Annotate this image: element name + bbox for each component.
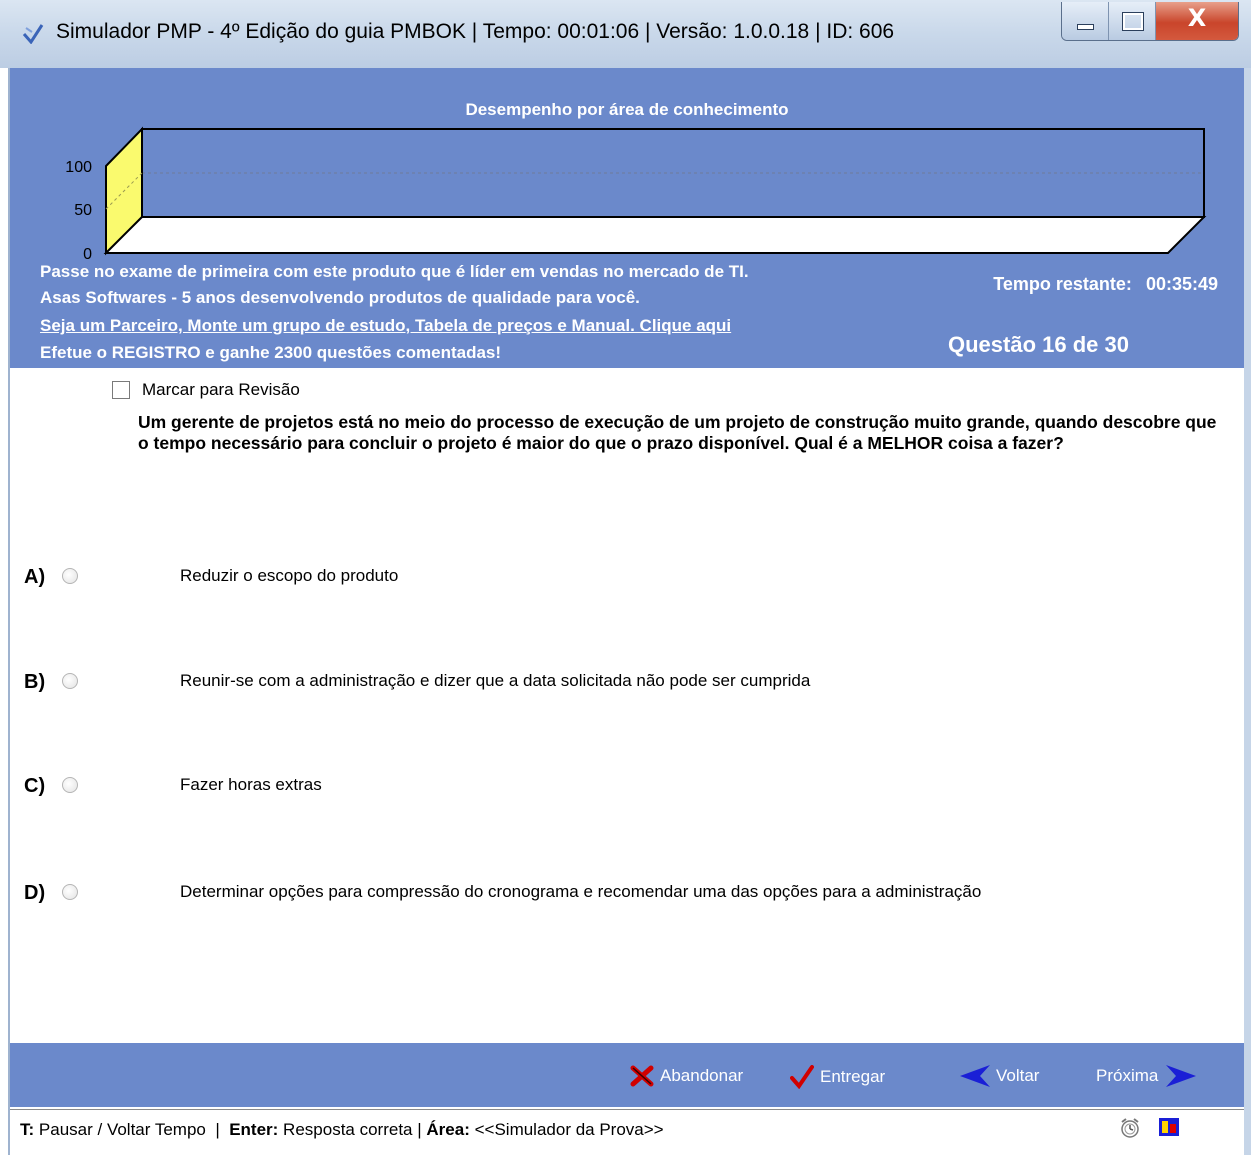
shortcut-desc-answer: Resposta correta <box>283 1120 413 1139</box>
option-text: Determinar opções para compressão do cro… <box>180 882 982 901</box>
time-remaining-label: Tempo restante: <box>993 274 1132 294</box>
promo-line-1: Passe no exame de primeira com este prod… <box>40 262 749 281</box>
option-letter: D) <box>24 882 46 904</box>
promo-line-2: Asas Softwares - 5 anos desenvolvendo pr… <box>40 288 640 307</box>
option-d[interactable]: D) Determinar opções para compressão do … <box>24 882 1224 912</box>
question-text: Um gerente de projetos está no meio do p… <box>138 412 1217 453</box>
next-label: Próxima <box>1096 1066 1159 1085</box>
y-tick-0: 0 <box>83 246 92 263</box>
register-promo: Efetue o REGISTRO e ganhe 2300 questões … <box>40 343 502 362</box>
option-d-radio[interactable] <box>62 884 78 900</box>
status-shortcuts: T: Pausar / Voltar Tempo | Enter: Respos… <box>20 1120 664 1140</box>
option-a[interactable]: A) Reduzir o escopo do produto <box>24 566 1224 596</box>
close-icon: X <box>1187 4 1207 32</box>
arrow-left-icon <box>960 1065 990 1087</box>
minimize-button[interactable] <box>1062 2 1109 40</box>
report-icon[interactable] <box>1158 1116 1180 1138</box>
cross-icon <box>630 1065 654 1087</box>
submit-button[interactable]: Entregar <box>790 1065 885 1089</box>
close-button[interactable]: X <box>1156 2 1238 40</box>
minimize-icon <box>1077 24 1094 30</box>
arrow-right-icon <box>1166 1065 1197 1087</box>
app-window: Simulador PMP - 4º Edição do guia PMBOK … <box>0 0 1251 1155</box>
abandon-button[interactable]: Abandonar <box>630 1065 743 1087</box>
shortcut-key-enter: Enter: <box>229 1120 279 1139</box>
time-remaining: Tempo restante: 00:35:49 <box>993 274 1218 295</box>
shortcut-desc-pause: Pausar / Voltar Tempo <box>38 1120 206 1139</box>
window-controls: X <box>1061 2 1239 41</box>
back-label: Voltar <box>996 1066 1040 1085</box>
checkmark-icon <box>790 1065 814 1089</box>
option-b-radio[interactable] <box>62 673 78 689</box>
option-text: Reduzir o escopo do produto <box>180 566 399 585</box>
chart-floor <box>103 216 1207 254</box>
status-separator: | <box>215 1120 220 1139</box>
performance-chart: 100 50 0 <box>65 126 1207 263</box>
area-value: <<Simulador da Prova>> <box>474 1120 664 1139</box>
partner-link[interactable]: Seja um Parceiro, Monte um grupo de estu… <box>40 316 731 336</box>
option-letter: A) <box>24 566 46 588</box>
maximize-button[interactable] <box>1109 2 1156 40</box>
option-text: Reunir-se com a administração e dizer qu… <box>180 671 811 690</box>
maximize-icon <box>1122 12 1144 31</box>
y-tick-100: 100 <box>65 159 92 176</box>
status-separator: | <box>417 1120 422 1139</box>
review-toggle[interactable]: Marcar para Revisão <box>112 380 300 400</box>
navigation-bar: Abandonar Entregar Voltar Próxima <box>10 1043 1244 1107</box>
review-label: Marcar para Revisão <box>142 380 300 399</box>
shortcut-key-t: T: <box>20 1120 35 1139</box>
option-letter: C) <box>24 775 46 797</box>
next-button[interactable]: Próxima <box>1096 1065 1202 1087</box>
option-a-radio[interactable] <box>62 568 78 584</box>
option-text: Fazer horas extras <box>180 775 322 794</box>
submit-label: Entregar <box>820 1067 886 1086</box>
header-panel: Desempenho por área de conhecimento 100 … <box>10 68 1244 368</box>
question-counter: Questão 16 de 30 <box>948 332 1129 357</box>
time-remaining-value: 00:35:49 <box>1145 274 1218 294</box>
status-bar: T: Pausar / Voltar Tempo | Enter: Respos… <box>10 1109 1244 1150</box>
review-checkbox[interactable] <box>112 381 130 399</box>
title-bar[interactable]: Simulador PMP - 4º Edição do guia PMBOK … <box>0 0 1251 68</box>
alarm-clock-icon[interactable] <box>1118 1116 1142 1140</box>
area-label: Área: <box>426 1120 470 1139</box>
option-c[interactable]: C) Fazer horas extras <box>24 775 1224 805</box>
option-c-radio[interactable] <box>62 777 78 793</box>
option-b[interactable]: B) Reunir-se com a administração e dizer… <box>24 671 1224 701</box>
window-border-right <box>1244 68 1251 1155</box>
app-icon <box>22 24 44 44</box>
option-letter: B) <box>24 671 46 693</box>
y-tick-50: 50 <box>74 202 92 219</box>
status-icons <box>1118 1116 1180 1140</box>
abandon-label: Abandonar <box>660 1066 744 1085</box>
window-title: Simulador PMP - 4º Edição do guia PMBOK … <box>56 20 895 43</box>
back-button[interactable]: Voltar <box>960 1065 1039 1087</box>
